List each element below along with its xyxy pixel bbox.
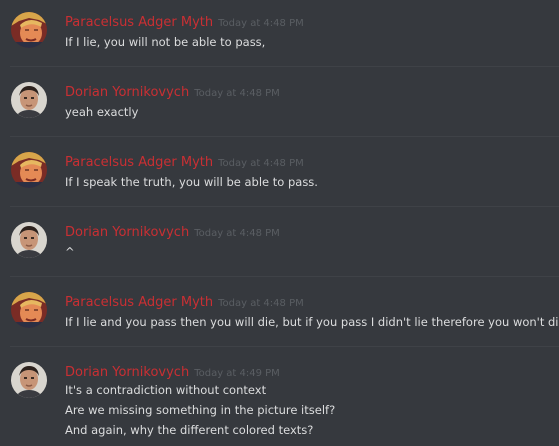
timestamp: Today at 4:48 PM bbox=[194, 88, 280, 99]
trump-avatar-icon bbox=[11, 292, 47, 328]
username[interactable]: Paracelsus Adger Myth bbox=[65, 155, 213, 170]
avatar[interactable] bbox=[11, 152, 47, 188]
message-text: And again, why the different colored tex… bbox=[65, 423, 314, 437]
username[interactable]: Paracelsus Adger Myth bbox=[65, 295, 213, 310]
trump-avatar-icon bbox=[11, 152, 47, 188]
message-divider bbox=[10, 136, 559, 137]
avatar[interactable] bbox=[11, 292, 47, 328]
message-divider bbox=[10, 276, 559, 277]
timestamp: Today at 4:48 PM bbox=[194, 228, 280, 239]
timestamp: Today at 4:48 PM bbox=[218, 158, 304, 169]
man-avatar-icon bbox=[11, 222, 47, 258]
timestamp: Today at 4:48 PM bbox=[218, 298, 304, 309]
username[interactable]: Dorian Yornikovych bbox=[65, 85, 189, 100]
message-text: If I lie, you will not be able to pass, bbox=[65, 35, 266, 49]
username[interactable]: Paracelsus Adger Myth bbox=[65, 15, 213, 30]
username[interactable]: Dorian Yornikovych bbox=[65, 225, 189, 240]
timestamp: Today at 4:49 PM bbox=[194, 368, 280, 379]
man-avatar-icon bbox=[11, 362, 47, 398]
message-text: If I lie and you pass then you will die,… bbox=[65, 315, 559, 329]
avatar[interactable] bbox=[11, 362, 47, 398]
message-divider bbox=[10, 66, 559, 67]
avatar[interactable] bbox=[11, 222, 47, 258]
message-text: ^ bbox=[65, 245, 75, 259]
timestamp: Today at 4:48 PM bbox=[218, 18, 304, 29]
username[interactable]: Dorian Yornikovych bbox=[65, 365, 189, 380]
message-text: yeah exactly bbox=[65, 105, 139, 119]
message-text: Are we missing something in the picture … bbox=[65, 403, 336, 417]
message-text: If I speak the truth, you will be able t… bbox=[65, 175, 318, 189]
message-divider bbox=[10, 346, 559, 347]
avatar[interactable] bbox=[11, 82, 47, 118]
man-avatar-icon bbox=[11, 82, 47, 118]
message-text: It's a contradiction without context bbox=[65, 383, 267, 397]
avatar[interactable] bbox=[11, 12, 47, 48]
message-divider bbox=[10, 206, 559, 207]
trump-avatar-icon bbox=[11, 12, 47, 48]
chat-messages: Paracelsus Adger Myth Today at 4:48 PM If… bbox=[0, 0, 559, 446]
